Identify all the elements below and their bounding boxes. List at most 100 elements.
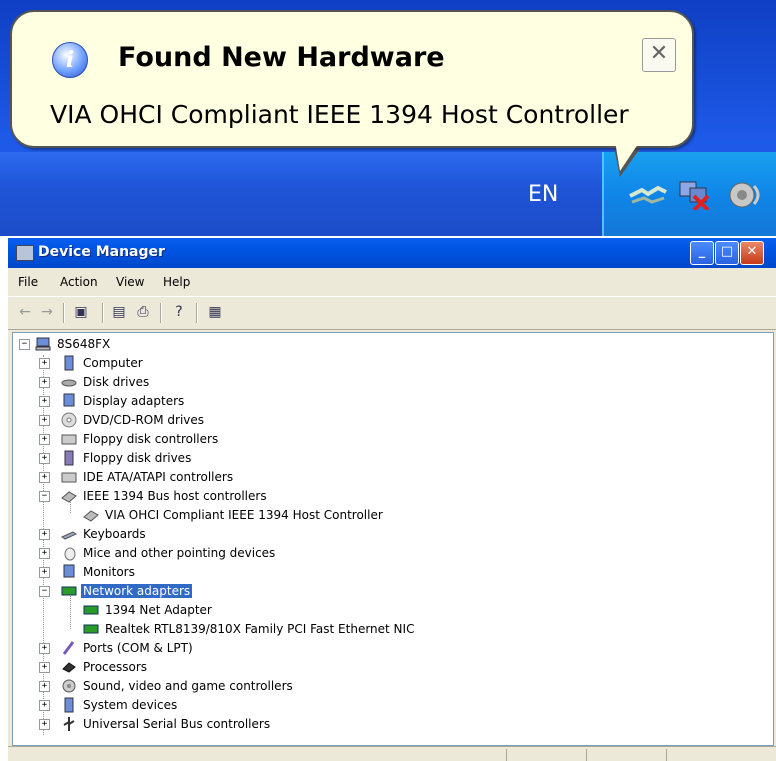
balloon-tail-fill — [614, 135, 644, 171]
expand-icon[interactable]: + — [39, 358, 50, 369]
balloon-close-button[interactable]: ✕ — [642, 38, 676, 72]
tree-item-label: Floppy disk controllers — [83, 432, 219, 446]
tree-item-label: Computer — [83, 356, 143, 370]
minimize-button[interactable]: _ — [690, 241, 714, 265]
system-device-icon — [64, 697, 74, 713]
collapse-icon[interactable]: − — [19, 339, 30, 350]
forward-icon[interactable]: → — [38, 303, 56, 321]
tree-item-label: DVD/CD-ROM drives — [83, 413, 205, 427]
tree-item-label: Disk drives — [83, 375, 150, 389]
toolbar-separator — [196, 303, 198, 323]
network-adapter-icon — [61, 586, 77, 596]
network-card-icon — [83, 624, 99, 634]
toolbar-separator — [63, 303, 65, 323]
device-manager-window: Device Manager _ □ ✕ File Action View He… — [8, 238, 776, 761]
floppy-drive-icon — [64, 450, 74, 466]
info-icon: i — [52, 42, 88, 78]
tree-item-label: Realtek RTL8139/810X Family PCI Fast Eth… — [105, 622, 415, 636]
expand-icon[interactable]: + — [39, 700, 50, 711]
tree-root-label: 8S648FX — [57, 337, 111, 351]
status-bar-divider — [586, 749, 587, 761]
floppy-controller-icon — [61, 434, 77, 445]
processor-icon — [62, 662, 76, 673]
status-bar — [8, 746, 776, 761]
network-card-icon — [83, 605, 99, 615]
print-icon[interactable]: ⎙ — [134, 303, 152, 321]
menu-bar: File Action View Help — [8, 270, 776, 294]
device-tree: − 8S648FX + Computer + Disk drives + Dis… — [12, 332, 774, 746]
expand-icon[interactable]: + — [39, 548, 50, 559]
maximize-button[interactable]: □ — [715, 241, 739, 265]
volume-icon[interactable] — [724, 180, 764, 210]
network-disconnected-icon[interactable] — [676, 180, 712, 210]
computer-icon — [64, 355, 74, 371]
expand-icon[interactable]: + — [39, 681, 50, 692]
collapse-icon[interactable]: − — [39, 491, 50, 502]
tree-item-label: Ports (COM & LPT) — [83, 641, 193, 655]
tree-item-label: Universal Serial Bus controllers — [83, 717, 271, 731]
ide-controller-icon — [61, 472, 77, 483]
device-manager-icon — [16, 245, 34, 261]
help-icon[interactable]: ? — [170, 303, 188, 321]
found-new-hardware-balloon[interactable]: i Found New Hardware ✕ VIA OHCI Complian… — [10, 10, 694, 148]
back-icon[interactable]: ← — [16, 303, 34, 321]
network-connection-icon[interactable] — [628, 180, 668, 210]
monitor-icon — [63, 564, 75, 578]
cdrom-icon — [61, 412, 77, 428]
computer-root-icon — [35, 337, 51, 351]
display-adapter-icon — [63, 393, 75, 407]
tree-connector — [43, 355, 44, 735]
menu-file[interactable]: File — [18, 275, 38, 289]
ieee1394-icon — [61, 491, 77, 503]
show-hide-console-tree-icon[interactable]: ▣ — [72, 303, 90, 321]
status-bar-divider — [666, 749, 667, 761]
expand-icon[interactable]: + — [39, 529, 50, 540]
tree-item-label: Monitors — [83, 565, 135, 579]
language-indicator[interactable]: EN — [528, 182, 558, 207]
toolbar: ← → ▣ ▤ ⎙ ? ▦ — [8, 296, 776, 330]
expand-icon[interactable]: + — [39, 377, 50, 388]
tree-item-label: 1394 Net Adapter — [105, 603, 212, 617]
tree-item-label: Keyboards — [83, 527, 146, 541]
collapse-icon[interactable]: − — [39, 586, 50, 597]
status-bar-divider — [506, 749, 507, 761]
expand-icon[interactable]: + — [39, 719, 50, 730]
menu-action[interactable]: Action — [60, 275, 98, 289]
port-icon — [62, 641, 75, 655]
expand-icon[interactable]: + — [39, 472, 50, 483]
window-titlebar[interactable]: Device Manager _ □ ✕ — [8, 238, 776, 268]
expand-icon[interactable]: + — [39, 453, 50, 464]
menu-view[interactable]: View — [116, 275, 144, 289]
tree-item-label: Sound, video and game controllers — [83, 679, 293, 693]
properties-icon[interactable]: ▤ — [110, 303, 128, 321]
tree-item-label: Floppy disk drives — [83, 451, 192, 465]
sound-icon — [62, 679, 76, 693]
tree-item-label-selected: Network adapters — [81, 584, 193, 598]
keyboard-icon — [61, 531, 77, 540]
window-title: Device Manager — [38, 244, 165, 260]
tree-item-label: VIA OHCI Compliant IEEE 1394 Host Contro… — [105, 508, 383, 522]
tree-item-label: Processors — [83, 660, 148, 674]
expand-icon[interactable]: + — [39, 434, 50, 445]
tree-item-label: IDE ATA/ATAPI controllers — [83, 470, 234, 484]
toolbar-separator — [160, 303, 162, 323]
expand-icon[interactable]: + — [39, 662, 50, 673]
tree-item-label: Display adapters — [83, 394, 185, 408]
tree-item-label: System devices — [83, 698, 178, 712]
ieee1394-device-icon — [83, 510, 99, 522]
toolbar-separator — [102, 303, 104, 323]
menu-help[interactable]: Help — [163, 275, 190, 289]
mouse-icon — [64, 547, 76, 561]
tree-item-label: Mice and other pointing devices — [83, 546, 276, 560]
close-button[interactable]: ✕ — [740, 241, 764, 265]
balloon-message: VIA OHCI Compliant IEEE 1394 Host Contro… — [50, 100, 629, 129]
expand-icon[interactable]: + — [39, 643, 50, 654]
expand-icon[interactable]: + — [39, 415, 50, 426]
scan-hardware-icon[interactable]: ▦ — [206, 303, 224, 321]
tree-item-label: IEEE 1394 Bus host controllers — [83, 489, 267, 503]
expand-icon[interactable]: + — [39, 396, 50, 407]
disk-drive-icon — [61, 379, 77, 387]
balloon-title: Found New Hardware — [118, 42, 445, 73]
expand-icon[interactable]: + — [39, 567, 50, 578]
usb-icon — [63, 717, 75, 731]
